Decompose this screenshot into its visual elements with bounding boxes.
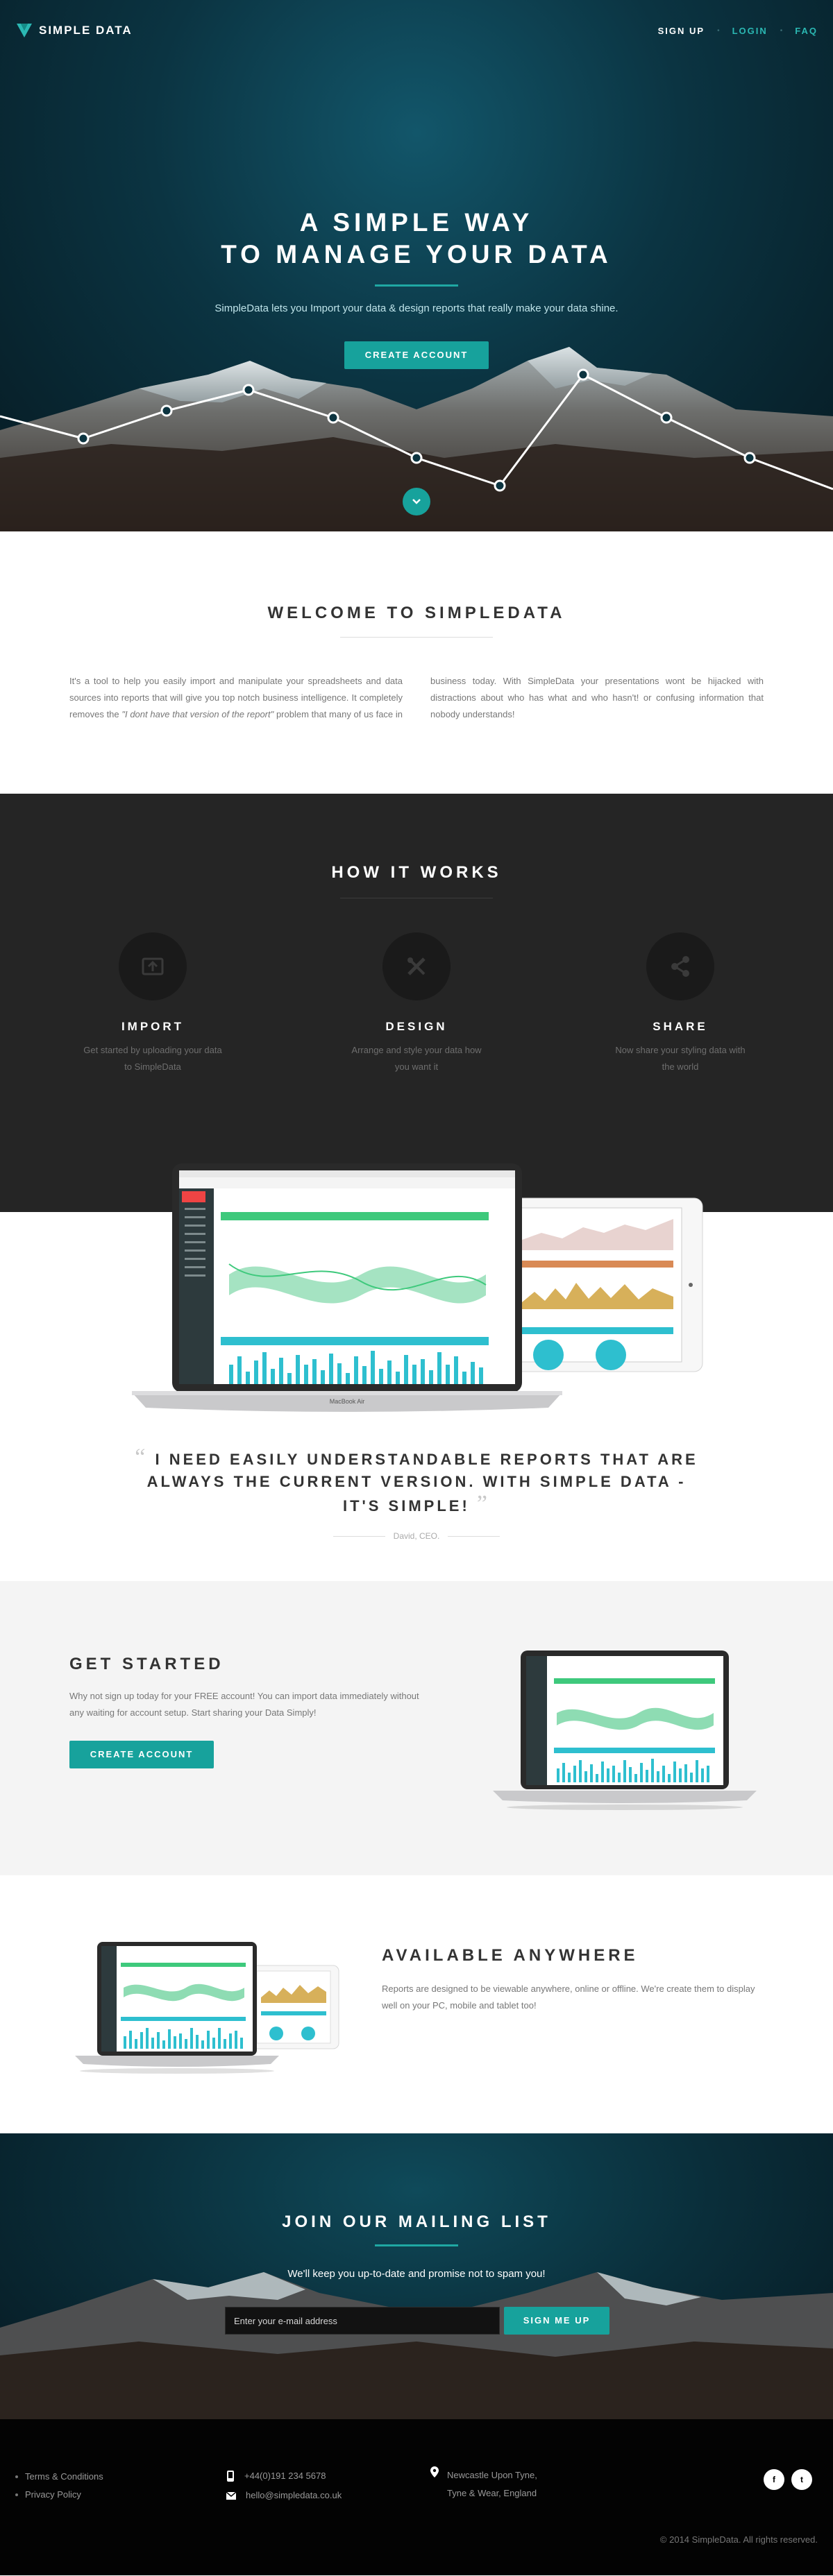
welcome-divider <box>340 637 493 638</box>
hero-title-line2: TO MANAGE YOUR DATA <box>221 240 612 268</box>
sign-me-up-button[interactable]: SIGN ME UP <box>504 2307 609 2335</box>
nav-links: SIGN UP • LOGIN • FAQ <box>658 26 818 36</box>
step-design: DESIGN Arrange and style your data how y… <box>333 932 500 1075</box>
divider <box>333 1535 385 1537</box>
quote-text: I NEED EASILY UNDERSTANDABLE REPORTS THA… <box>146 1451 698 1515</box>
share-icon <box>646 932 714 1000</box>
footer-phone: +44(0)191 234 5678 <box>226 2466 342 2486</box>
hero-create-account-button[interactable]: CREATE ACCOUNT <box>344 341 489 369</box>
phone-number: +44(0)191 234 5678 <box>244 2471 326 2481</box>
devices-section: MacBook Air “ I NEED EASILY UNDERSTANDAB… <box>0 1163 833 1581</box>
mailing-subtitle: We'll keep you up-to-date and promise no… <box>287 2268 546 2280</box>
privacy-link[interactable]: Privacy Policy <box>25 2486 81 2504</box>
get-started-title: GET STARTED <box>69 1655 224 1673</box>
scroll-down-button[interactable] <box>403 488 430 515</box>
hero-subtitle: SimpleData lets you Import your data & d… <box>214 302 619 314</box>
nav-separator: • <box>780 26 783 35</box>
mailing-list-section: JOIN OUR MAILING LIST We'll keep you up-… <box>0 2133 833 2419</box>
step-title: SHARE <box>653 1020 708 1033</box>
mail-icon <box>226 2491 236 2500</box>
phone-icon <box>227 2471 234 2482</box>
available-title: AVAILABLE ANYWHERE <box>382 1946 639 1965</box>
twitter-icon[interactable]: t <box>791 2469 812 2490</box>
bullet-icon <box>15 2475 18 2478</box>
step-desc: Arrange and style your data how you want… <box>351 1045 482 1072</box>
top-nav: SIMPLE DATA SIGN UP • LOGIN • FAQ <box>0 0 833 61</box>
address-line1: Newcastle Upon Tyne, <box>447 2470 537 2480</box>
bullet-icon <box>15 2493 18 2496</box>
welcome-text-quote: "I dont have that version of the report" <box>121 709 274 719</box>
map-pin-icon <box>430 2466 439 2477</box>
laptop-mockup: MacBook Air <box>132 1163 562 1412</box>
mailing-title: JOIN OUR MAILING LIST <box>282 2212 551 2231</box>
hero-title-line1: A SIMPLE WAY <box>299 208 534 237</box>
step-import: IMPORT Get started by uploading your dat… <box>69 932 236 1075</box>
terms-link[interactable]: Terms & Conditions <box>25 2468 103 2486</box>
step-desc: Now share your styling data with the wor… <box>615 1045 746 1072</box>
footer-link-item: Privacy Policy <box>15 2486 103 2504</box>
footer: Terms & Conditions Privacy Policy +44(0)… <box>0 2419 833 2575</box>
get-started-section: GET STARTED Why not sign up today for yo… <box>0 1581 833 1875</box>
nav-faq-link[interactable]: FAQ <box>795 26 818 36</box>
device-mockups: MacBook Air <box>132 1163 703 1412</box>
welcome-title: WELCOME TO SIMPLEDATA <box>267 604 566 622</box>
hero-section: A SIMPLE WAY TO MANAGE YOUR DATA SimpleD… <box>0 0 833 531</box>
step-title: DESIGN <box>385 1020 448 1033</box>
laptop-label: MacBook Air <box>330 1398 365 1405</box>
address-line2: Tyne & Wear, England <box>447 2488 537 2498</box>
available-anywhere-section: AVAILABLE ANYWHERE Reports are designed … <box>0 1875 833 2133</box>
hero-title: A SIMPLE WAY TO MANAGE YOUR DATA <box>0 207 833 271</box>
nav-login-link[interactable]: LOGIN <box>732 26 768 36</box>
chevron-down-icon <box>412 499 421 504</box>
available-text: Reports are designed to be viewable anyw… <box>382 1984 755 2011</box>
copyright: © 2014 SimpleData. All rights reserved. <box>659 2534 818 2545</box>
close-quote-icon: ” <box>476 1491 490 1517</box>
email-input[interactable] <box>225 2307 500 2335</box>
step-title: IMPORT <box>121 1020 185 1033</box>
step-share: SHARE Now share your styling data with t… <box>597 932 764 1075</box>
nav-signup-link[interactable]: SIGN UP <box>658 26 705 36</box>
get-started-text: Why not sign up today for your FREE acco… <box>69 1691 419 1718</box>
mailing-form: SIGN ME UP <box>225 2307 609 2335</box>
email-link[interactable]: hello@simpledata.co.uk <box>246 2486 342 2505</box>
welcome-section: WELCOME TO SIMPLEDATA It's a tool to hel… <box>0 531 833 794</box>
laptop-mockup-small <box>493 1650 757 1810</box>
tablet-mockup <box>494 1197 703 1372</box>
brand-name: SIMPLE DATA <box>39 24 133 37</box>
quote-author: David, CEO. <box>333 1531 500 1541</box>
hero-divider <box>375 284 458 287</box>
footer-address: Newcastle Upon Tyne, Tyne & Wear, Englan… <box>430 2466 537 2502</box>
upload-icon <box>119 932 187 1000</box>
multi-device-mockup <box>75 1942 339 2074</box>
logo-icon <box>17 24 32 37</box>
testimonial-quote: “ I NEED EASILY UNDERSTANDABLE REPORTS T… <box>125 1444 708 1517</box>
how-title: HOW IT WORKS <box>331 863 502 882</box>
brand-logo[interactable]: SIMPLE DATA <box>15 22 133 40</box>
facebook-icon[interactable]: f <box>764 2469 784 2490</box>
social-links: f t <box>764 2469 812 2490</box>
welcome-text: It's a tool to help you easily import an… <box>69 673 764 723</box>
footer-email: hello@simpledata.co.uk <box>226 2486 342 2505</box>
mailing-divider <box>375 2244 458 2246</box>
footer-link-item: Terms & Conditions <box>15 2468 103 2486</box>
footer-links: Terms & Conditions Privacy Policy <box>15 2468 103 2504</box>
divider <box>448 1535 500 1537</box>
get-started-create-account-button[interactable]: CREATE ACCOUNT <box>69 1741 214 1768</box>
open-quote-icon: “ <box>135 1444 149 1470</box>
nav-separator: • <box>717 26 720 35</box>
step-desc: Get started by uploading your data to Si… <box>83 1045 222 1072</box>
quote-author-name: David, CEO. <box>393 1531 440 1541</box>
footer-contact: +44(0)191 234 5678 hello@simpledata.co.u… <box>226 2466 342 2505</box>
steps-list: IMPORT Get started by uploading your dat… <box>69 932 764 1075</box>
design-tools-icon <box>382 932 451 1000</box>
